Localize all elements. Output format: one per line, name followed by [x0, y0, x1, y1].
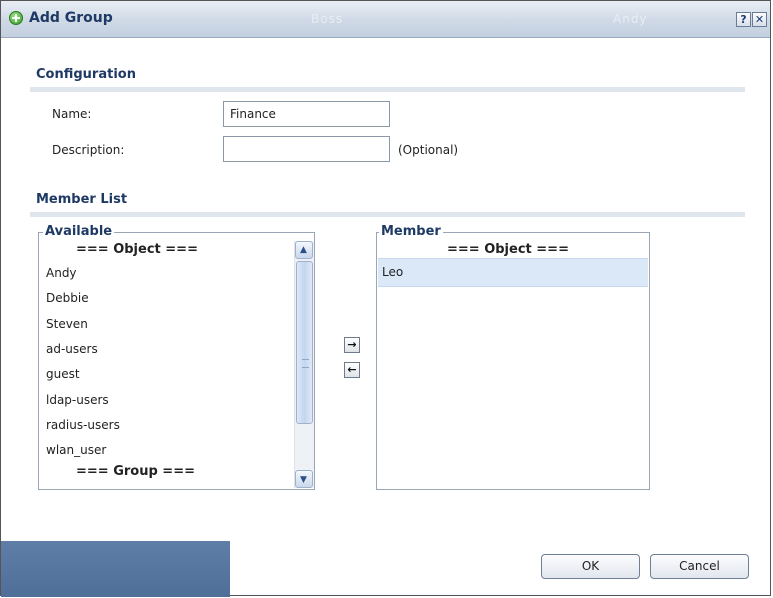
available-legend: Available [43, 224, 115, 239]
member-list-heading: Member List [36, 192, 128, 207]
list-item[interactable]: wlan_user [46, 443, 106, 457]
list-item[interactable]: Steven [46, 317, 88, 331]
dialog-titlebar: Add Group Boss Andy ? ✕ [1, 1, 770, 38]
ok-button[interactable]: OK [541, 554, 640, 579]
description-label: Description: [52, 143, 125, 157]
add-circle-icon [9, 11, 23, 25]
member-legend: Member [379, 224, 443, 239]
list-item[interactable]: Debbie [46, 291, 89, 305]
dialog-title: Add Group [29, 10, 113, 26]
background-ghost-text: Boss [311, 12, 344, 26]
selected-member-row[interactable] [378, 258, 648, 287]
available-object-header: === Object === [76, 242, 198, 257]
section-divider [30, 87, 745, 92]
remove-member-button[interactable]: ← [344, 362, 360, 378]
list-item[interactable]: ldap-users [46, 393, 109, 407]
available-group-header: === Group === [76, 464, 195, 479]
scroll-down-button[interactable]: ▼ [295, 470, 313, 488]
optional-note: (Optional) [398, 143, 459, 157]
background-ghost-text: Andy [613, 12, 648, 26]
list-item[interactable]: Andy [46, 266, 77, 280]
available-list[interactable]: Available === Object === Andy Debbie Ste… [38, 224, 315, 490]
grip-icon [302, 359, 309, 368]
chevron-up-icon: ▲ [300, 245, 307, 255]
list-item[interactable]: Leo [382, 265, 403, 279]
description-field[interactable] [223, 136, 390, 162]
background-panel [1, 541, 230, 597]
configuration-heading: Configuration [36, 67, 136, 82]
scroll-thumb[interactable] [296, 261, 313, 424]
add-group-dialog: Add Group Boss Andy ? ✕ Configuration Na… [0, 0, 771, 597]
available-scrollbar[interactable]: ▲ ▼ [294, 241, 314, 488]
section-divider [30, 212, 745, 217]
list-item[interactable]: guest [46, 367, 80, 381]
name-label: Name: [52, 107, 92, 121]
list-item[interactable]: radius-users [46, 418, 120, 432]
member-object-header: === Object === [447, 242, 569, 257]
list-item[interactable]: ad-users [46, 342, 98, 356]
chevron-down-icon: ▼ [300, 475, 307, 485]
scroll-up-button[interactable]: ▲ [295, 241, 313, 259]
add-member-button[interactable]: → [344, 337, 360, 353]
close-icon[interactable]: ✕ [752, 12, 767, 27]
help-icon[interactable]: ? [736, 12, 751, 27]
cancel-button[interactable]: Cancel [650, 554, 749, 579]
name-field[interactable] [223, 101, 390, 127]
